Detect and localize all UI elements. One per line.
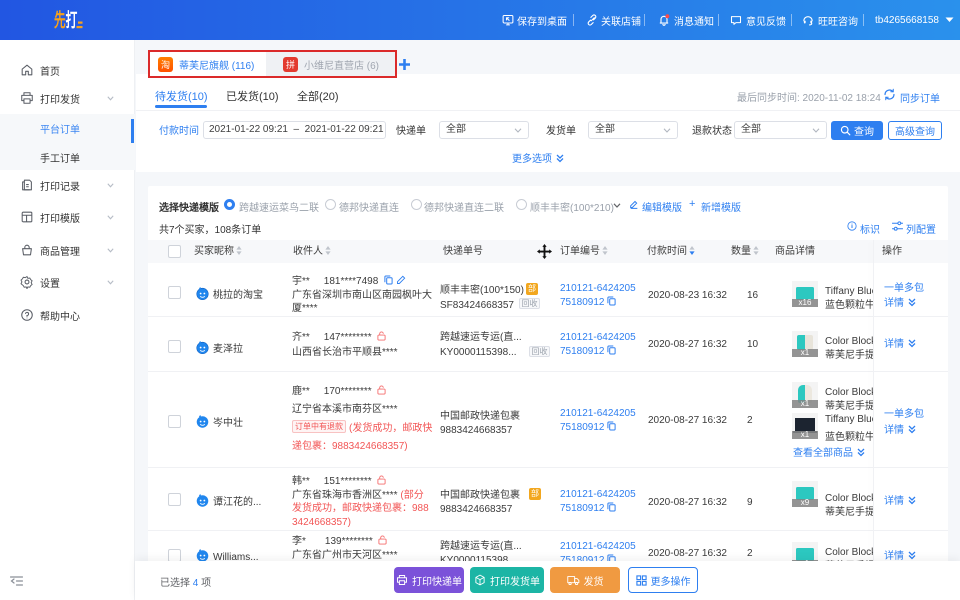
svg-text:打: 打	[66, 10, 78, 31]
svg-text:先: 先	[54, 10, 66, 31]
